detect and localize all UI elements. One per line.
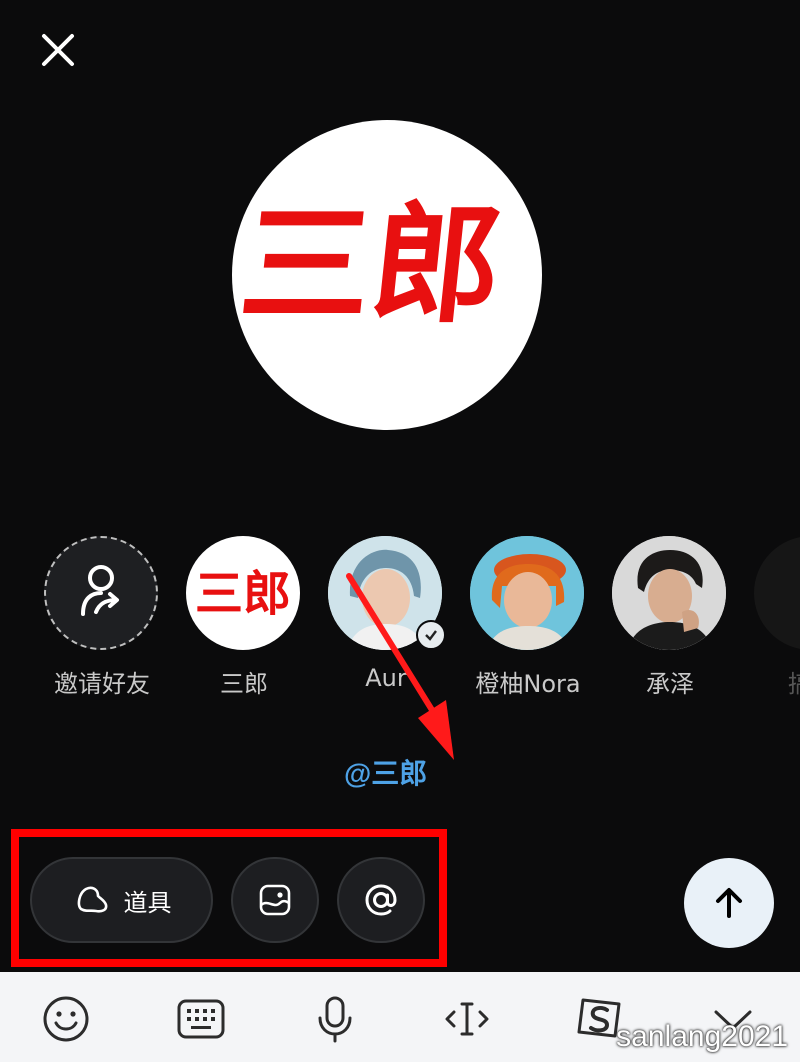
keyboard-icon [177,999,225,1039]
image-icon [259,884,291,916]
close-button[interactable] [38,30,78,70]
add-friend-icon [81,565,119,616]
friend-name: 承泽 [646,670,694,698]
friend-avatar [470,536,584,650]
friend-name: 邀请好友 [54,670,150,698]
mention-button[interactable] [337,857,425,943]
friend-name: 搞笑 [732,664,800,699]
watermark: sanlang2021 [616,1020,788,1053]
keyboard-toolbar: sanlang2021 [0,972,800,1062]
microphone-icon [318,996,352,1043]
keyboard-button[interactable] [176,994,226,1044]
group-avatar: 三郎 [232,120,542,430]
friend-avatar [754,536,800,650]
props-button[interactable]: 道具 [30,857,213,943]
mention-annotation: @三郎 [344,758,428,789]
invite-circle [44,536,158,650]
hat-icon [77,886,107,913]
cursor-button[interactable] [442,994,492,1044]
emoji-icon [43,996,89,1042]
avatar-logo-text: 三郎 [234,189,510,341]
at-icon [365,884,397,916]
close-icon [42,34,74,66]
send-button[interactable] [684,858,774,948]
voice-button[interactable] [310,994,360,1044]
arrow-up-icon [716,888,742,918]
verified-badge [416,620,446,650]
check-icon [425,630,437,641]
friend-name: Aur [365,664,407,692]
emoji-button[interactable] [41,994,91,1044]
image-button[interactable] [231,857,319,943]
friend-avatar [612,536,726,650]
props-label: 道具 [123,888,172,917]
cursor-icon [445,1002,489,1036]
friend-avatar: 三郎 [186,536,300,650]
friend-name: 三郎 [220,670,268,698]
friend-name: 橙柚Nora [475,670,581,698]
friend-avatar-logo: 三郎 [195,566,291,622]
friend-strip: 邀请好友 三郎 三郎 Aur 橙柚Nora 承泽 [0,536,800,706]
